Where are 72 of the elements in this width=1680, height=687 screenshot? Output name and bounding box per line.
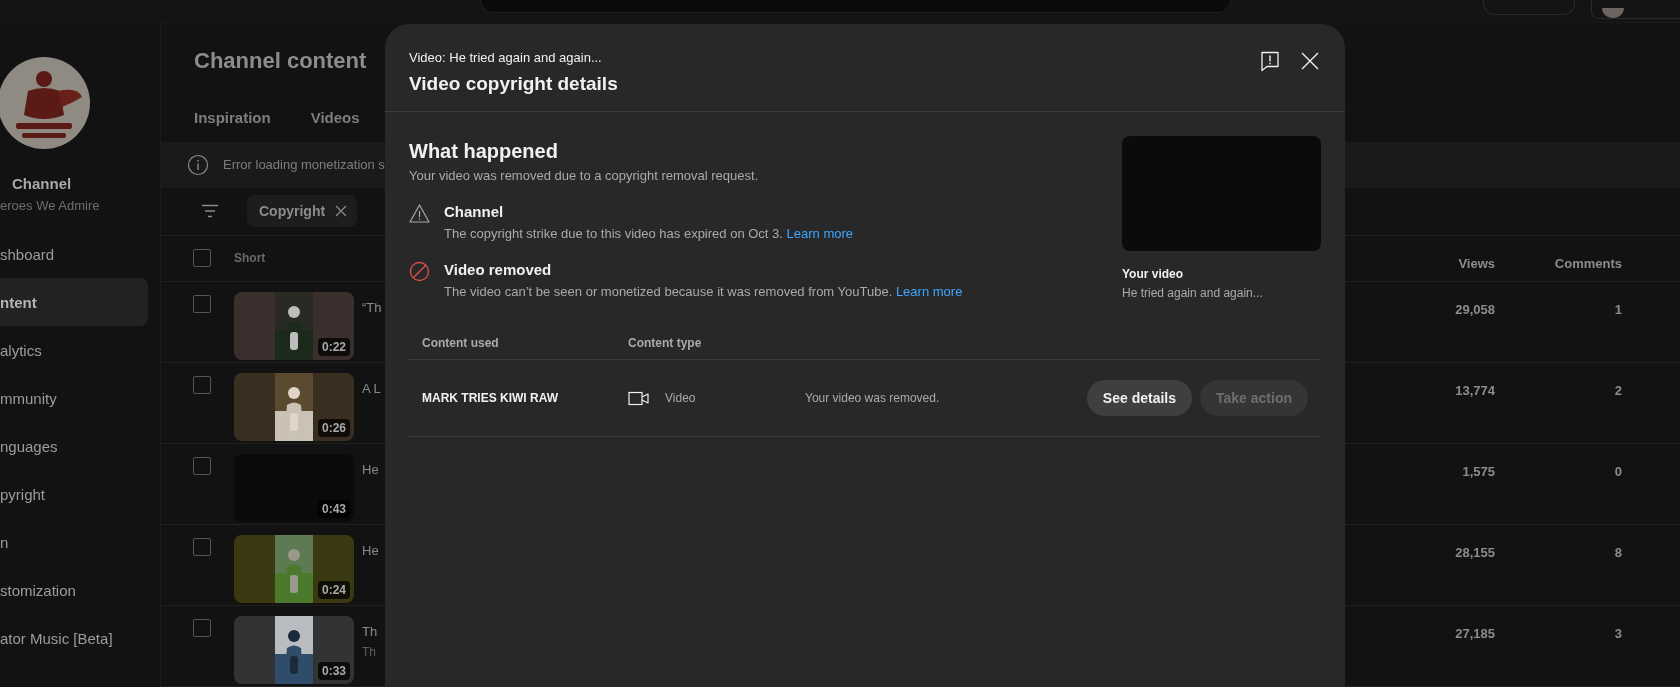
views-count: 27,185: [1454, 625, 1495, 641]
video-description: Th: [362, 645, 376, 659]
page-title: Channel content: [194, 48, 367, 75]
sidebar-item[interactable]: pyright: [0, 470, 148, 518]
comments-count: 8: [1613, 543, 1622, 560]
video-title[interactable]: “Th: [362, 299, 382, 315]
checkbox[interactable]: [193, 249, 211, 268]
close-button[interactable]: [1299, 50, 1321, 72]
views-count: 13,774: [1454, 381, 1495, 398]
content-name: MARK TRIES KIWI RAW: [422, 391, 559, 405]
channel-title: Channel: [12, 175, 73, 192]
section-title: What happened: [409, 140, 559, 163]
close-icon[interactable]: [335, 205, 348, 218]
notice-title: Video removed: [444, 261, 553, 278]
sidebar-item[interactable]: ntent: [0, 278, 148, 326]
video-title[interactable]: He: [362, 542, 379, 558]
video-title[interactable]: He: [362, 461, 379, 477]
column-header: Comments: [1553, 254, 1622, 271]
column-header: Views: [1457, 254, 1495, 271]
chip-label: Copyright: [259, 203, 326, 220]
preview-title: He tried again and again...: [1122, 286, 1264, 300]
comments-count: 1: [1613, 300, 1622, 317]
close-icon: [1301, 52, 1319, 70]
blocked-icon: [409, 261, 430, 282]
checkbox[interactable]: [193, 294, 211, 313]
checkbox[interactable]: [193, 537, 211, 556]
tab[interactable]: Inspiration: [194, 99, 271, 127]
notice-description: The video can’t be seen or monetized because it was removed from YouTube. Learn more: [444, 284, 963, 299]
filter-icon[interactable]: [201, 204, 219, 219]
video-title[interactable]: Th: [362, 624, 378, 639]
column-header: Content type: [628, 336, 703, 350]
summary-text: Your video was removed due to a copyright removal request.: [409, 168, 760, 183]
checkbox[interactable]: [193, 375, 211, 394]
sidebar-item[interactable]: n: [0, 518, 148, 566]
notice-description: The copyright strike due to this video has expired on Oct 3. Learn more: [444, 226, 853, 241]
sidebar-item[interactable]: alytics: [0, 326, 148, 374]
warning-icon: [409, 203, 430, 224]
sidebar-item[interactable]: ator Music [Beta]: [0, 614, 148, 662]
sidebar-item[interactable]: nguages: [0, 422, 148, 470]
comments-count: 3: [1613, 625, 1622, 641]
learn-more-link[interactable]: Learn more: [895, 284, 963, 299]
comments-count: 0: [1613, 462, 1622, 479]
sidebar-item[interactable]: shboard: [0, 230, 148, 278]
notice-title: Channel: [444, 203, 505, 220]
action-button[interactable]: See details: [1086, 380, 1192, 416]
info-icon: [187, 154, 209, 175]
feedback-icon: [1261, 51, 1279, 72]
video-label: Video: He tried again and again...: [409, 50, 603, 65]
video-title[interactable]: A L: [362, 380, 381, 396]
dialog-title: Video copyright details: [409, 73, 619, 95]
sidebar-item[interactable]: mmunity: [0, 374, 148, 422]
comments-count: 2: [1613, 381, 1622, 398]
preview-label: Your video: [1122, 267, 1185, 281]
content-type: Video: [665, 391, 696, 405]
column-header: Content used: [422, 336, 500, 350]
checkbox[interactable]: [193, 619, 211, 637]
account-button[interactable]: [1590, 0, 1680, 19]
views-count: 28,155: [1454, 543, 1495, 560]
column-header: Short: [234, 251, 267, 266]
learn-more-link[interactable]: Learn more: [786, 226, 853, 241]
views-count: 29,058: [1454, 300, 1495, 317]
avatar-icon: [1601, 8, 1624, 18]
feedback-button[interactable]: [1259, 50, 1281, 72]
checkbox[interactable]: [193, 456, 211, 475]
tab[interactable]: Videos: [310, 99, 360, 127]
status-text: Your video was removed.: [805, 391, 941, 405]
channel-name: eroes We Admire: [0, 198, 101, 213]
error-message: Error loading monetization s: [223, 157, 385, 173]
views-count: 1,575: [1461, 462, 1495, 479]
filter-chip[interactable]: Copyright: [247, 195, 358, 228]
sidebar-item[interactable]: stomization: [0, 566, 148, 614]
video-camera-icon: [628, 391, 649, 405]
